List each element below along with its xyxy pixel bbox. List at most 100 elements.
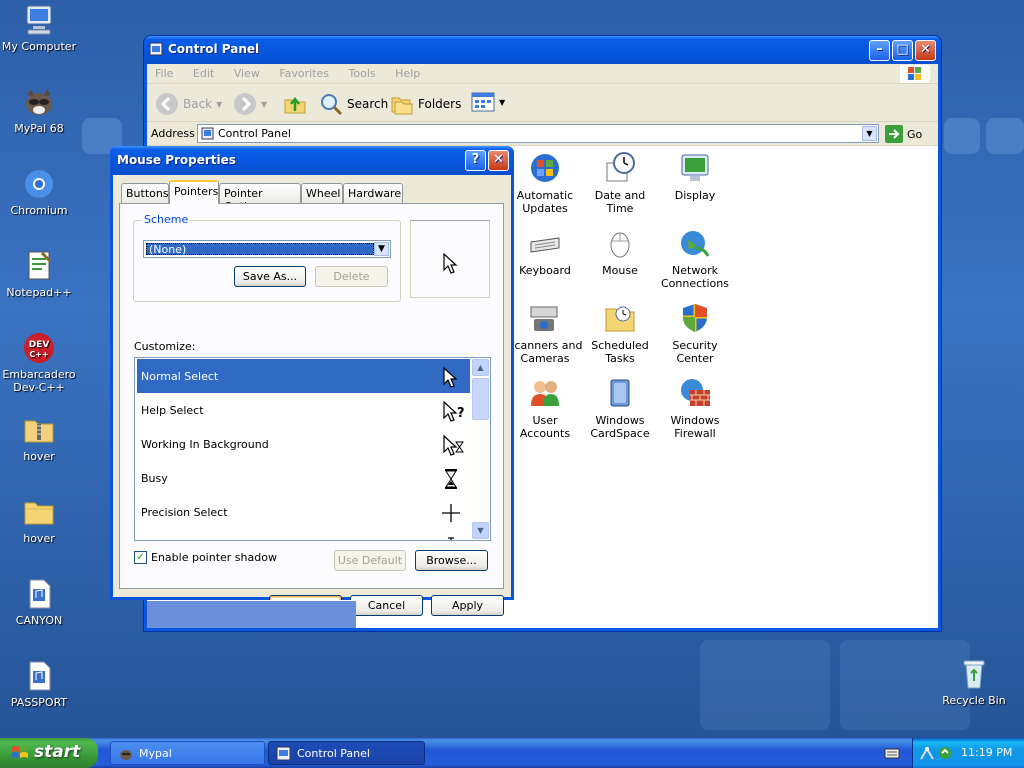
firewall-icon bbox=[681, 379, 710, 406]
control-panel-titlebar[interactable]: Control Panel – □ ✕ bbox=[144, 36, 941, 64]
up-folder-button[interactable] bbox=[283, 92, 307, 116]
up-folder-icon bbox=[284, 96, 306, 114]
cp-item-mouse[interactable]: Mouse bbox=[582, 226, 658, 277]
cp-item-automatic-updates[interactable]: Automatic Updates bbox=[507, 151, 583, 215]
safely-remove-icon[interactable] bbox=[937, 745, 953, 761]
cp-item-label: Firewall bbox=[674, 427, 716, 440]
menu-favorites[interactable]: Favorites bbox=[279, 67, 329, 80]
network-tray-icon[interactable] bbox=[919, 745, 935, 761]
desktop-icon-chromium[interactable]: Chromium bbox=[0, 167, 78, 217]
menu-view[interactable]: View bbox=[234, 67, 260, 80]
task-button-mypal[interactable]: Mypal bbox=[110, 741, 265, 765]
cp-item-display[interactable]: Display bbox=[657, 151, 733, 202]
cp-item-user-accounts[interactable]: User Accounts bbox=[507, 376, 583, 440]
cp-item-windows-firewall[interactable]: Windows Firewall bbox=[657, 376, 733, 440]
menu-tools[interactable]: Tools bbox=[349, 67, 376, 80]
cancel-button[interactable]: Cancel bbox=[350, 595, 423, 616]
back-button[interactable]: Back ▼ bbox=[155, 92, 222, 116]
help-button[interactable]: ? bbox=[465, 150, 486, 171]
maximize-button[interactable]: □ bbox=[892, 40, 913, 61]
keyboard-icon bbox=[530, 237, 560, 253]
notepad-icon bbox=[28, 251, 52, 280]
cursor-row-help-select[interactable]: Help Select ? bbox=[137, 393, 470, 427]
delete-button[interactable]: Delete bbox=[315, 266, 388, 287]
search-button[interactable]: Search bbox=[319, 92, 388, 116]
menu-edit[interactable]: Edit bbox=[193, 67, 214, 80]
cursor-row-text-select[interactable] bbox=[137, 529, 470, 540]
cp-item-windows-cardspace[interactable]: Windows CardSpace bbox=[582, 376, 658, 440]
audio-file-icon bbox=[29, 579, 51, 609]
tab-wheel[interactable]: Wheel bbox=[301, 183, 343, 203]
cp-item-date-and-time[interactable]: Date and Time bbox=[582, 151, 658, 215]
start-button[interactable]: start bbox=[0, 738, 98, 768]
tab-buttons[interactable]: Buttons bbox=[121, 183, 169, 203]
tab-hardware[interactable]: Hardware bbox=[343, 183, 403, 203]
menu-help[interactable]: Help bbox=[395, 67, 420, 80]
views-button[interactable]: ▼ bbox=[471, 92, 505, 112]
start-label: start bbox=[34, 742, 81, 762]
devcpp-icon: DEVC++ bbox=[24, 333, 54, 363]
save-as-button[interactable]: Save As... bbox=[234, 266, 306, 287]
desktop-icon-mypal[interactable]: MyPal 68 bbox=[0, 85, 78, 135]
go-button[interactable]: Go bbox=[885, 125, 922, 143]
checkbox-checked-icon[interactable]: ✓ bbox=[134, 551, 147, 564]
use-default-button[interactable]: Use Default bbox=[334, 550, 406, 571]
tab-pointer-options[interactable]: Pointer Options bbox=[219, 183, 301, 213]
cp-item-scheduled-tasks[interactable]: Scheduled Tasks bbox=[582, 301, 658, 365]
cp-item-keyboard[interactable]: Keyboard bbox=[507, 226, 583, 277]
cursor-list-scrollbar[interactable]: ▲ ▼ bbox=[472, 359, 489, 539]
cursor-row-working-background[interactable]: Working In Background bbox=[137, 427, 470, 461]
arrow-cursor-icon bbox=[443, 366, 458, 388]
users-icon bbox=[531, 381, 559, 406]
scroll-up-button[interactable]: ▲ bbox=[472, 359, 489, 376]
address-input[interactable]: Control Panel ▼ bbox=[197, 124, 879, 143]
enable-shadow-checkbox[interactable]: ✓ Enable pointer shadow bbox=[134, 551, 277, 564]
close-button[interactable]: ✕ bbox=[488, 150, 509, 171]
cp-item-label: Cameras bbox=[520, 352, 570, 365]
cursor-row-normal-select[interactable]: Normal Select bbox=[137, 359, 470, 393]
close-button[interactable]: ✕ bbox=[915, 40, 936, 61]
task-button-control-panel[interactable]: Control Panel bbox=[268, 741, 425, 765]
desktop-icon-hover-zip[interactable]: hover bbox=[0, 413, 78, 463]
desktop-icon-recycle-bin[interactable]: Recycle Bin bbox=[935, 657, 1013, 707]
desktop-icon-label: My Computer bbox=[1, 40, 77, 53]
menu-file[interactable]: File bbox=[155, 67, 173, 80]
cursor-row-busy[interactable]: Busy bbox=[137, 461, 470, 495]
desktop-icon-hover-folder[interactable]: hover bbox=[0, 495, 78, 545]
desktop-icon-canyon[interactable]: CANYON bbox=[0, 577, 78, 627]
wallpaper-tile bbox=[700, 640, 830, 730]
cp-item-security-center[interactable]: Security Center bbox=[657, 301, 733, 365]
desktop-icon-passport[interactable]: PASSPORT bbox=[0, 659, 78, 709]
scroll-down-button[interactable]: ▼ bbox=[472, 522, 489, 539]
browse-button[interactable]: Browse... bbox=[415, 550, 488, 571]
folders-button[interactable]: Folders bbox=[390, 92, 461, 116]
cursor-name: Normal Select bbox=[141, 370, 219, 383]
desktop-icon-my-computer[interactable]: My Computer bbox=[0, 3, 78, 53]
cursor-list[interactable]: Normal Select Help Select ? Working In B… bbox=[134, 357, 491, 541]
cp-item-label: User Accounts bbox=[519, 414, 571, 440]
search-label: Search bbox=[347, 97, 389, 111]
cursor-row-precision-select[interactable]: Precision Select bbox=[137, 495, 470, 529]
address-dropdown-button[interactable]: ▼ bbox=[862, 126, 877, 141]
desktop-icon-devcpp[interactable]: DEV C++ Embarcadero Dev-C++ bbox=[0, 331, 78, 394]
desktop-icon-notepadpp[interactable]: Notepad++ bbox=[0, 249, 78, 299]
apply-button[interactable]: Apply bbox=[431, 595, 504, 616]
scroll-thumb[interactable] bbox=[472, 378, 489, 420]
chevron-down-icon[interactable]: ▼ bbox=[374, 242, 389, 256]
tab-pointers[interactable]: Pointers bbox=[169, 180, 219, 204]
forward-button[interactable]: ▼ bbox=[233, 92, 267, 116]
keyboard-layout-icon[interactable] bbox=[884, 747, 900, 759]
scheme-select[interactable]: (None) ▼ bbox=[143, 240, 391, 258]
mouse-properties-titlebar[interactable]: Mouse Properties ? ✕ bbox=[110, 146, 514, 175]
clock[interactable]: 11:19 PM bbox=[961, 746, 1012, 759]
mouse-properties-dialog: Mouse Properties ? ✕ Buttons Pointers Po… bbox=[110, 146, 514, 616]
cp-item-label: Mouse bbox=[602, 264, 638, 277]
address-label: Address bbox=[151, 127, 195, 140]
working-cursor-icon bbox=[443, 434, 464, 456]
cp-item-network-connections[interactable]: Network Connections bbox=[657, 226, 733, 290]
minimize-button[interactable]: – bbox=[869, 40, 890, 61]
back-label: Back bbox=[183, 97, 213, 111]
cp-item-scanners-and-cameras[interactable]: Scanners and Cameras bbox=[507, 301, 583, 365]
address-bar: Address Control Panel ▼ Go bbox=[147, 122, 938, 146]
cp-item-label: Scheduled bbox=[591, 339, 649, 352]
